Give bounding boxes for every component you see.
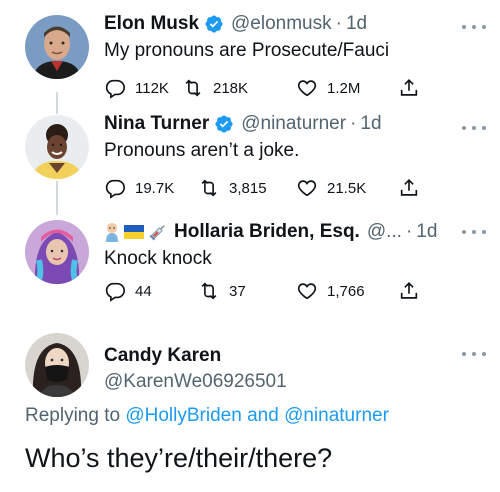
more-icon[interactable] bbox=[462, 227, 486, 237]
tweet-header: Nina Turner @ninaturner · 1d bbox=[104, 112, 460, 136]
author-handle[interactable]: @... bbox=[367, 220, 402, 244]
author-handle[interactable]: @KarenWe06926501 bbox=[104, 369, 287, 395]
reply-text: Who’s they’re/their/there? bbox=[25, 443, 333, 473]
avatar[interactable] bbox=[25, 15, 89, 79]
separator-dot: · bbox=[405, 221, 413, 242]
retweet-button[interactable]: 37 bbox=[198, 279, 246, 303]
ukraine-flag-icon bbox=[124, 225, 144, 239]
share-button[interactable] bbox=[398, 76, 429, 100]
like-icon bbox=[297, 283, 317, 300]
tweet[interactable]: Elon Musk @elonmusk · 1d My pronouns are… bbox=[0, 0, 500, 104]
like-icon bbox=[297, 80, 317, 97]
share-icon bbox=[400, 79, 418, 96]
share-button[interactable] bbox=[398, 279, 429, 303]
author-handle[interactable]: @ninaturner bbox=[241, 112, 346, 136]
like-button[interactable]: 21.5K bbox=[296, 176, 366, 200]
author-handle[interactable]: @elonmusk bbox=[231, 12, 332, 36]
tweet[interactable]: Hollaria Briden, Esq. @... · 1d Knock kn… bbox=[0, 205, 500, 315]
reply-button[interactable]: 44 bbox=[104, 279, 152, 303]
timestamp[interactable]: 1d bbox=[346, 12, 367, 36]
reply-icon bbox=[105, 282, 125, 302]
share-icon bbox=[400, 282, 418, 299]
verified-badge-icon bbox=[215, 115, 233, 133]
tweet-actions: 19.7K 3,815 21.5K bbox=[104, 176, 424, 200]
tweet-text: Knock knock bbox=[104, 248, 212, 269]
mention-link[interactable]: @ninaturner bbox=[284, 405, 389, 426]
retweet-button[interactable]: 3,815 bbox=[198, 176, 267, 200]
replying-and[interactable]: and bbox=[247, 405, 279, 426]
more-icon[interactable] bbox=[462, 349, 486, 359]
tweet-body: Hollaria Briden, Esq. @... · 1d Knock kn… bbox=[104, 220, 460, 302]
reply-button[interactable]: 19.7K bbox=[104, 176, 174, 200]
like-count: 21.5K bbox=[327, 179, 367, 197]
baby-emoji-icon bbox=[106, 223, 118, 242]
avatar[interactable] bbox=[25, 115, 89, 179]
like-count: 1,766 bbox=[327, 282, 365, 300]
share-button[interactable] bbox=[398, 176, 429, 200]
tweet-actions: 44 37 1,766 bbox=[104, 279, 424, 303]
reply-author: Candy Karen @KarenWe06926501 bbox=[104, 344, 287, 395]
tweet-body: Elon Musk @elonmusk · 1d My pronouns are… bbox=[104, 12, 460, 99]
reply-count: 44 bbox=[135, 282, 152, 300]
retweet-button[interactable]: 218K bbox=[182, 76, 248, 100]
replying-to: Replying to @HollyBriden and @ninaturner bbox=[25, 405, 389, 427]
tweet-actions: 112K 218K 1.2M bbox=[104, 76, 424, 100]
tweet-header: Elon Musk @elonmusk · 1d bbox=[104, 12, 460, 36]
avatar[interactable] bbox=[25, 333, 89, 397]
reply-count: 112K bbox=[135, 79, 169, 97]
timestamp[interactable]: 1d bbox=[360, 112, 381, 136]
retweet-count: 37 bbox=[229, 282, 246, 300]
retweet-count: 3,815 bbox=[229, 179, 267, 197]
reply-button[interactable]: 112K bbox=[104, 76, 169, 100]
author-name[interactable]: Candy Karen bbox=[104, 344, 287, 368]
like-count: 1.2M bbox=[327, 79, 361, 97]
tweet[interactable]: Nina Turner @ninaturner · 1d Pronouns ar… bbox=[0, 105, 500, 201]
name-emojis bbox=[104, 222, 168, 242]
tweet-text: My pronouns are Prosecute/Fauci bbox=[104, 40, 390, 61]
separator-dot: · bbox=[350, 113, 357, 134]
reply-icon bbox=[105, 179, 125, 199]
avatar[interactable] bbox=[25, 220, 89, 284]
retweet-icon bbox=[201, 282, 217, 300]
mention-link[interactable]: @HollyBriden bbox=[125, 405, 241, 426]
more-icon[interactable] bbox=[462, 123, 486, 133]
separator-dot: · bbox=[335, 13, 342, 34]
syringe-emoji-icon bbox=[149, 225, 165, 241]
retweet-count: 218K bbox=[213, 79, 249, 97]
reply-icon bbox=[105, 79, 125, 99]
tweet-body: Nina Turner @ninaturner · 1d Pronouns ar… bbox=[104, 112, 460, 199]
like-button[interactable]: 1.2M bbox=[296, 76, 360, 100]
verified-badge-icon bbox=[205, 15, 223, 33]
author-name[interactable]: Hollaria Briden, Esq. bbox=[174, 220, 360, 244]
timestamp[interactable]: 1d bbox=[416, 220, 437, 244]
like-button[interactable]: 1,766 bbox=[296, 279, 365, 303]
tweet-text: Pronouns aren’t a joke. bbox=[104, 140, 300, 161]
share-icon bbox=[400, 179, 418, 196]
tweet-header: Hollaria Briden, Esq. @... · 1d bbox=[104, 220, 460, 244]
author-name[interactable]: Elon Musk bbox=[104, 12, 199, 36]
author-name[interactable]: Nina Turner bbox=[104, 112, 209, 136]
more-icon[interactable] bbox=[462, 22, 486, 32]
reply-count: 19.7K bbox=[135, 179, 175, 197]
retweet-icon bbox=[201, 179, 217, 197]
like-icon bbox=[297, 180, 317, 197]
retweet-icon bbox=[185, 79, 201, 97]
replying-prefix: Replying to bbox=[25, 405, 121, 426]
